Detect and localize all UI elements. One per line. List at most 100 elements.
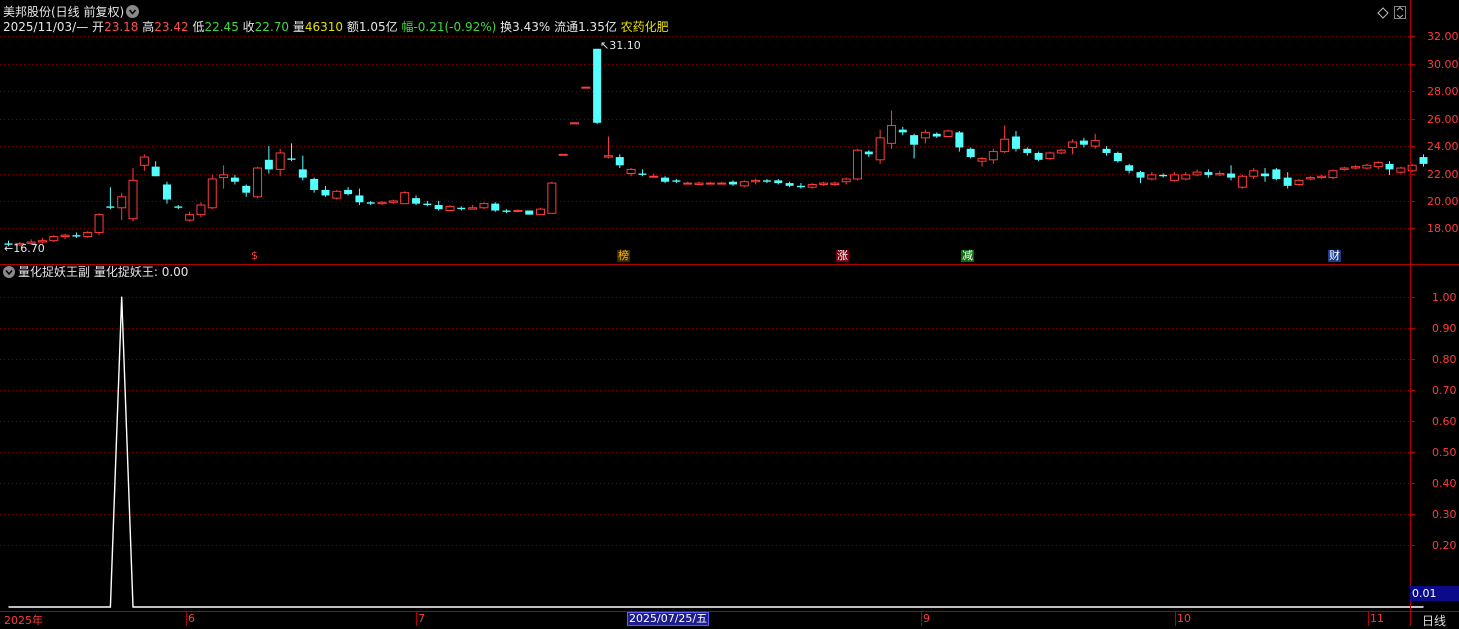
- candle: [717, 181, 727, 185]
- candle-body: [400, 192, 410, 205]
- max-arrow-icon: ↖: [600, 39, 610, 52]
- candle-body: [1339, 167, 1349, 170]
- indicator-tick-label: 0.60: [1432, 414, 1457, 428]
- candle: [128, 168, 138, 222]
- candle-body: [966, 148, 975, 158]
- candle: [728, 180, 737, 186]
- candle: [310, 177, 319, 193]
- candle: [1305, 176, 1315, 181]
- event-tag-bang[interactable]: 榜: [617, 250, 630, 262]
- candle: [196, 202, 206, 218]
- candle-body: [423, 203, 432, 206]
- event-tag-zhang[interactable]: 涨: [836, 250, 849, 262]
- candle: [264, 146, 273, 174]
- candle: [615, 154, 624, 169]
- candle: [807, 183, 817, 189]
- indicator-tick-label: 0.20: [1432, 538, 1457, 552]
- indicator-title: 量化捉妖王副 量化捉妖王: 0.00: [18, 265, 188, 279]
- candle: [864, 150, 873, 158]
- candle-body: [1169, 174, 1179, 181]
- candle: [72, 232, 81, 238]
- candle: [1011, 131, 1020, 152]
- candle-body: [151, 166, 160, 177]
- candle: [661, 176, 670, 184]
- candle-body: [1204, 172, 1213, 175]
- price-tick-label: 32.00: [1427, 29, 1459, 43]
- candle: [932, 132, 941, 138]
- candle: [1294, 178, 1304, 186]
- candle-body: [1294, 179, 1304, 185]
- candle: [570, 122, 579, 125]
- candle-body: [321, 189, 330, 196]
- candle-body: [434, 205, 443, 210]
- event-tag-dollar[interactable]: $: [250, 250, 259, 262]
- event-tag-jian[interactable]: 减: [961, 250, 974, 262]
- candle-body: [920, 131, 930, 139]
- indicator-series: [8, 296, 1424, 608]
- indicator-value: 量化捉妖王: 0.00: [93, 265, 189, 279]
- candle-body: [570, 122, 579, 125]
- candle-body: [468, 207, 478, 210]
- candle: [457, 206, 466, 211]
- candle: [468, 205, 478, 210]
- candle-body: [128, 179, 138, 220]
- indicator-tick-label: 0.80: [1432, 352, 1457, 366]
- candle-body: [932, 133, 941, 137]
- candle-body: [355, 195, 364, 203]
- candle-body: [1000, 138, 1010, 153]
- candle: [1339, 166, 1349, 171]
- candle-body: [1045, 152, 1055, 159]
- candle-body: [1147, 174, 1157, 180]
- candle: [774, 178, 783, 185]
- candle: [1215, 170, 1225, 177]
- event-tag-cai[interactable]: 财: [1328, 250, 1341, 262]
- candle-body: [106, 206, 115, 208]
- candle: [253, 166, 263, 199]
- candle-body: [672, 180, 681, 182]
- candle: [785, 181, 794, 188]
- candle-body: [242, 185, 251, 193]
- candle: [1034, 151, 1043, 162]
- candle: [1102, 146, 1111, 156]
- kline-chart[interactable]: [0, 0, 1459, 626]
- indicator-tick-label: 0.70: [1432, 383, 1457, 397]
- x-label-month-9: 9: [923, 612, 930, 625]
- candle: [344, 187, 353, 196]
- candle-body: [988, 151, 998, 161]
- indicator-dropdown-button[interactable]: [3, 266, 15, 278]
- candle: [988, 148, 998, 164]
- candle-body: [785, 183, 794, 186]
- candle: [739, 180, 749, 188]
- candle-body: [615, 157, 624, 166]
- candle-body: [1396, 167, 1406, 173]
- min-arrow-icon: ←: [4, 242, 14, 255]
- candle: [332, 189, 342, 200]
- candle-body: [1362, 164, 1372, 169]
- candle-body: [1283, 177, 1292, 186]
- candle-body: [219, 174, 229, 179]
- candle-body: [1079, 140, 1088, 145]
- candle-body: [1305, 177, 1315, 180]
- candle: [536, 207, 546, 216]
- max-price-marker: ↖31.10: [600, 39, 641, 52]
- candle: [955, 131, 964, 152]
- candle-body: [796, 185, 805, 188]
- candle: [525, 210, 534, 215]
- candle: [1090, 133, 1100, 149]
- candle-body: [377, 201, 387, 205]
- candle: [581, 86, 591, 89]
- candle: [230, 174, 239, 185]
- candle: [1147, 172, 1157, 181]
- candle-body: [558, 153, 568, 156]
- candle-body: [1249, 170, 1259, 177]
- candle-body: [1407, 164, 1417, 172]
- candle: [1000, 125, 1010, 153]
- candle: [162, 181, 171, 204]
- candle: [139, 154, 149, 171]
- candle-body: [536, 208, 546, 216]
- period-button[interactable]: 日线: [1422, 612, 1446, 629]
- x-cursor-date-label: 2025/07/25/五: [627, 612, 710, 626]
- candle: [321, 185, 330, 197]
- candle-body: [479, 203, 489, 209]
- candle: [355, 188, 364, 206]
